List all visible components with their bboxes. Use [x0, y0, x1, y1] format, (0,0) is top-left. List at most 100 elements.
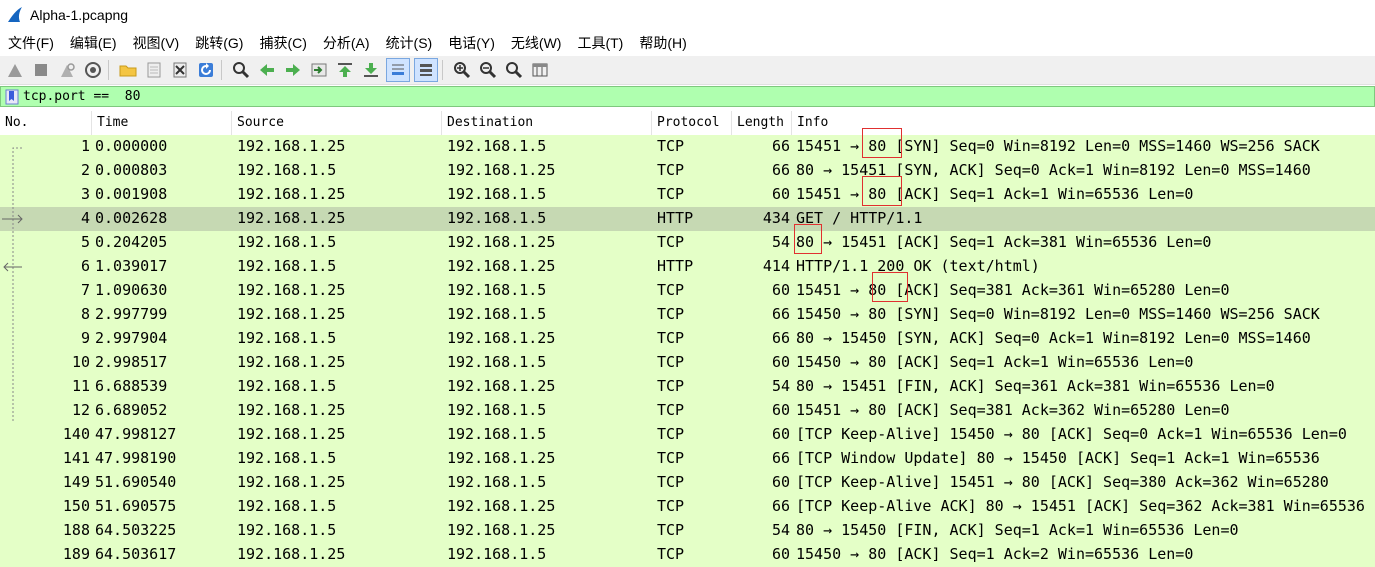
- menu-bar: 文件(F) 编辑(E) 视图(V) 跳转(G) 捕获(C) 分析(A) 统计(S…: [0, 30, 1375, 55]
- reload-icon[interactable]: [195, 59, 217, 81]
- table-row[interactable]: 1 0.000000 192.168.1.25 192.168.1.5 TCP 66 154…: [0, 135, 1375, 159]
- zoom-out-icon[interactable]: [477, 59, 499, 81]
- table-row[interactable]: 12 6.689052 192.168.1.25 192.168.1.5 TCP 60 15…: [0, 399, 1375, 423]
- menu-file[interactable]: 文件(F): [0, 33, 62, 53]
- table-row[interactable]: 3 0.001908 192.168.1.25 192.168.1.5 TCP 60 154…: [0, 183, 1375, 207]
- bookmark-icon[interactable]: [5, 89, 19, 105]
- table-row[interactable]: 8 2.997799 192.168.1.25 192.168.1.5 TCP 66 154…: [0, 303, 1375, 327]
- cell-destination: 192.168.1.5: [447, 185, 547, 203]
- forward-arrow-icon[interactable]: [282, 59, 304, 81]
- zoom-normal-icon[interactable]: [503, 59, 525, 81]
- table-row[interactable]: 140 47.998127 192.168.1.25 192.168.1.5 TCP 60…: [0, 423, 1375, 447]
- cell-destination: 192.168.1.5: [447, 545, 547, 563]
- resize-columns-icon[interactable]: [529, 59, 551, 81]
- zoom-in-icon[interactable]: [451, 59, 473, 81]
- cell-time: 6.688539: [95, 377, 168, 395]
- options-icon[interactable]: [82, 59, 104, 81]
- restart-icon[interactable]: [56, 59, 78, 81]
- column-header-no[interactable]: No.: [0, 111, 92, 135]
- cell-length: 54: [771, 377, 790, 395]
- table-row[interactable]: 150 51.690575 192.168.1.5 192.168.1.25 TCP 66…: [0, 495, 1375, 519]
- menu-wireless[interactable]: 无线(W): [503, 33, 570, 53]
- wireshark-logo-icon: [8, 7, 22, 22]
- cell-source: 192.168.1.5: [237, 377, 337, 395]
- table-row[interactable]: 10 2.998517 192.168.1.25 192.168.1.5 TCP 60 15…: [0, 351, 1375, 375]
- cell-length: 66: [771, 449, 790, 467]
- cell-source: 192.168.1.5: [237, 233, 337, 251]
- toolbar-separator: [108, 60, 109, 80]
- cell-protocol: TCP: [657, 401, 685, 419]
- toolbar-separator: [442, 60, 443, 80]
- first-packet-icon[interactable]: [334, 59, 356, 81]
- table-row[interactable]: 149 51.690540 192.168.1.25 192.168.1.5 TCP 60…: [0, 471, 1375, 495]
- column-header-time[interactable]: Time: [92, 111, 232, 135]
- cell-destination: 192.168.1.5: [447, 305, 547, 323]
- cell-time: 64.503617: [95, 545, 177, 563]
- cell-destination: 192.168.1.25: [447, 377, 556, 395]
- table-row[interactable]: 4 0.002628 192.168.1.25 192.168.1.5 HTTP 434 G…: [0, 207, 1375, 231]
- menu-view[interactable]: 视图(V): [125, 33, 188, 53]
- table-row[interactable]: 6 1.039017 192.168.1.5 192.168.1.25 HTTP 414 H…: [0, 255, 1375, 279]
- column-header-destination[interactable]: Destination: [442, 111, 652, 135]
- close-file-icon[interactable]: [169, 59, 191, 81]
- last-packet-icon[interactable]: [360, 59, 382, 81]
- autoscroll-icon[interactable]: [386, 58, 410, 82]
- cell-time: 0.000000: [95, 137, 168, 155]
- open-folder-icon[interactable]: [117, 59, 139, 81]
- cell-source: 192.168.1.25: [237, 401, 346, 419]
- cell-time: 0.000803: [95, 161, 168, 179]
- menu-tools[interactable]: 工具(T): [569, 33, 631, 53]
- cell-length: 66: [771, 305, 790, 323]
- table-row[interactable]: 11 6.688539 192.168.1.5 192.168.1.25 TCP 54 80…: [0, 375, 1375, 399]
- table-row[interactable]: 141 47.998190 192.168.1.5 192.168.1.25 TCP 66…: [0, 447, 1375, 471]
- cell-protocol: TCP: [657, 161, 685, 179]
- cell-destination: 192.168.1.5: [447, 401, 547, 419]
- table-row[interactable]: 9 2.997904 192.168.1.5 192.168.1.25 TCP 66 80 …: [0, 327, 1375, 351]
- table-row[interactable]: 7 1.090630 192.168.1.25 192.168.1.5 TCP 60 154…: [0, 279, 1375, 303]
- display-filter-bar: tcp.port == 80: [0, 86, 1375, 107]
- packet-list-header: No. Time Source Destination Protocol Len…: [0, 111, 1375, 136]
- go-to-packet-icon[interactable]: [308, 59, 330, 81]
- cell-info: 15450 → 80 [SYN] Seq=0 Win=8192 Len=0 MS…: [796, 305, 1320, 323]
- menu-edit[interactable]: 编辑(E): [62, 33, 125, 53]
- cell-protocol: TCP: [657, 329, 685, 347]
- cell-info: 80 → 15451 [FIN, ACK] Seq=361 Ack=381 Wi…: [796, 377, 1275, 395]
- cell-length: 60: [771, 185, 790, 203]
- cell-protocol: TCP: [657, 449, 685, 467]
- main-toolbar: [0, 56, 1375, 85]
- cell-length: 414: [762, 257, 790, 275]
- cell-info: [TCP Window Update] 80 → 15450 [ACK] Seq…: [796, 449, 1320, 467]
- cell-protocol: TCP: [657, 545, 685, 563]
- menu-statistics[interactable]: 统计(S): [378, 33, 441, 53]
- table-row[interactable]: 2 0.000803 192.168.1.5 192.168.1.25 TCP 66 80 …: [0, 159, 1375, 183]
- table-row[interactable]: 189 64.503617 192.168.1.25 192.168.1.5 TCP 60…: [0, 543, 1375, 567]
- display-filter-input[interactable]: tcp.port == 80: [23, 89, 1223, 104]
- table-row[interactable]: 5 0.204205 192.168.1.5 192.168.1.25 TCP 54 80 …: [0, 231, 1375, 255]
- cell-length: 60: [771, 545, 790, 563]
- colorize-icon[interactable]: [414, 58, 438, 82]
- file-icon[interactable]: [143, 59, 165, 81]
- cell-source: 192.168.1.25: [237, 305, 346, 323]
- cell-protocol: TCP: [657, 425, 685, 443]
- cell-length: 66: [771, 137, 790, 155]
- column-header-length[interactable]: Length: [732, 111, 792, 135]
- cell-destination: 192.168.1.5: [447, 281, 547, 299]
- stop-icon[interactable]: [30, 59, 52, 81]
- back-arrow-icon[interactable]: [256, 59, 278, 81]
- column-header-protocol[interactable]: Protocol: [652, 111, 732, 135]
- menu-analyze[interactable]: 分析(A): [315, 33, 378, 53]
- table-row[interactable]: 188 64.503225 192.168.1.5 192.168.1.25 TCP 54…: [0, 519, 1375, 543]
- conversation-tree-icon: [2, 147, 23, 423]
- shark-fin-start-icon[interactable]: [4, 59, 26, 81]
- column-header-source[interactable]: Source: [232, 111, 442, 135]
- cell-info: 15450 → 80 [ACK] Seq=1 Ack=1 Win=65536 L…: [796, 353, 1194, 371]
- cell-source: 192.168.1.25: [237, 473, 346, 491]
- cell-no: 141: [62, 449, 90, 467]
- menu-go[interactable]: 跳转(G): [187, 33, 251, 53]
- cell-time: 47.998127: [95, 425, 177, 443]
- cell-destination: 192.168.1.25: [447, 329, 556, 347]
- search-icon[interactable]: [230, 59, 252, 81]
- menu-capture[interactable]: 捕获(C): [251, 33, 314, 53]
- menu-telephony[interactable]: 电话(Y): [440, 33, 503, 53]
- menu-help[interactable]: 帮助(H): [631, 33, 694, 53]
